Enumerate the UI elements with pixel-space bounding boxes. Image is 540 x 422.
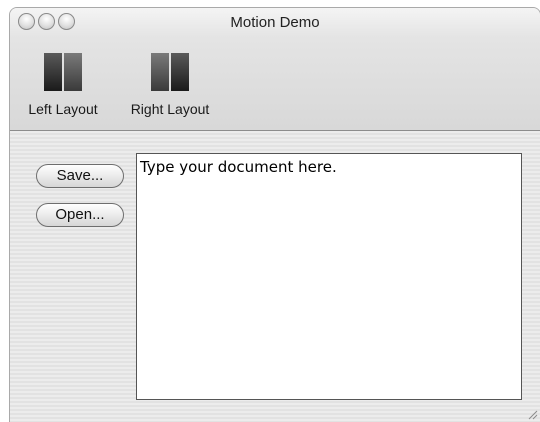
app-window: Motion Demo Left Layout Right Layout Sav… (10, 8, 540, 422)
document-text-area[interactable]: Type your document here. (136, 153, 522, 400)
toolbar-left-layout-label: Left Layout (28, 101, 98, 117)
right-layout-icon (151, 53, 189, 91)
left-layout-icon (44, 53, 82, 91)
resize-grip-icon[interactable] (526, 408, 538, 420)
window-titlebar-toolbar: Motion Demo Left Layout Right Layout (10, 8, 540, 131)
save-button[interactable]: Save... (36, 164, 124, 188)
toolbar-right-layout-label: Right Layout (130, 101, 210, 117)
toolbar-left-layout[interactable]: Left Layout (10, 53, 118, 117)
toolbar-right-layout[interactable]: Right Layout (115, 53, 225, 117)
window-title: Motion Demo (230, 14, 320, 31)
window-content: Save... Open... Type your document here. (10, 131, 540, 422)
open-button[interactable]: Open... (36, 203, 124, 227)
